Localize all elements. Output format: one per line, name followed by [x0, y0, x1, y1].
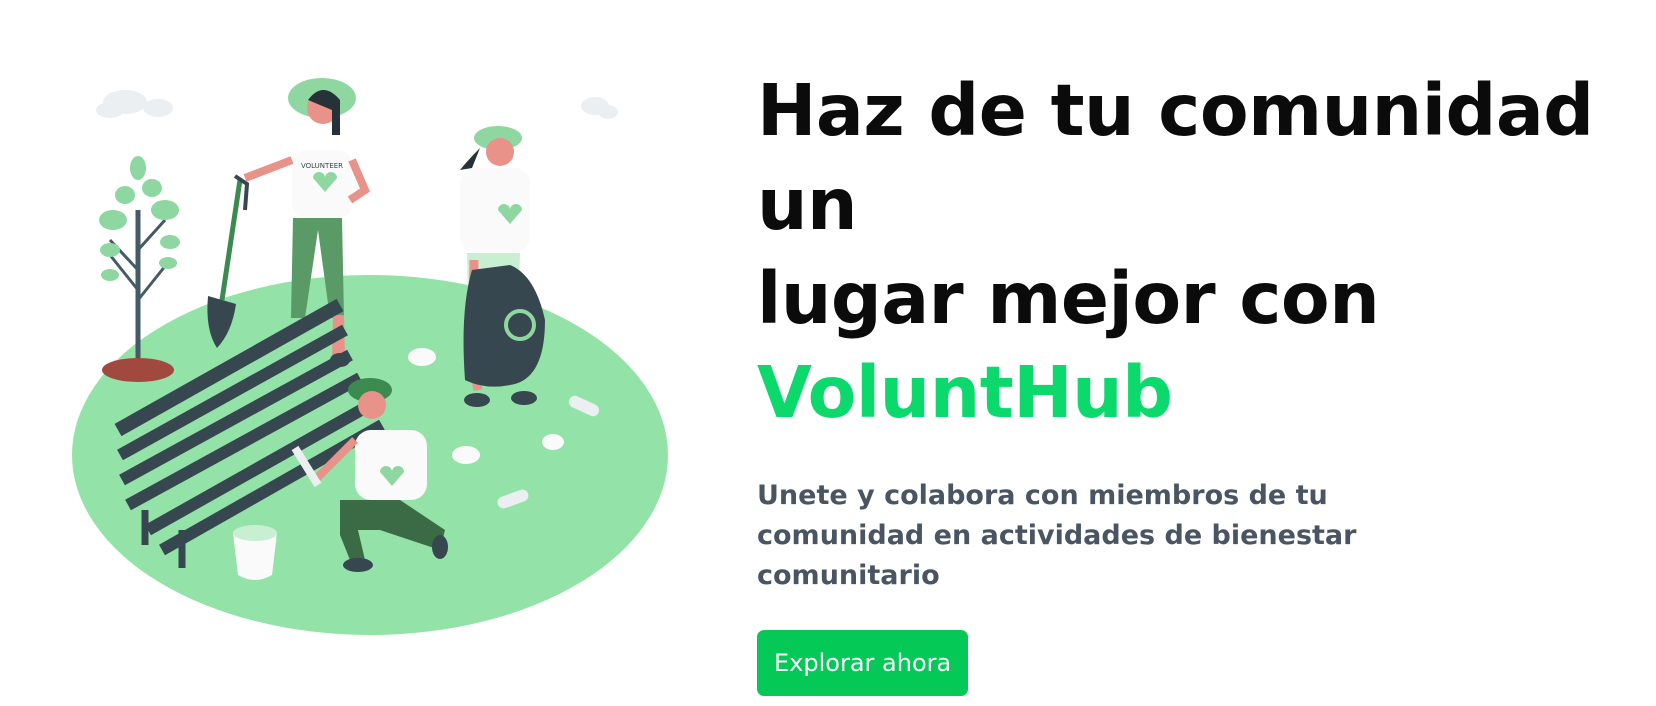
brand-name: VoluntHub	[757, 351, 1173, 434]
hero-subtitle: Unete y colabora con miembros de tu comu…	[757, 480, 1357, 591]
hero-content: Haz de tu comunidad un lugar mejor con V…	[757, 64, 1637, 696]
hero-title-line1: Haz de tu comunidad un	[757, 69, 1594, 246]
hero-title-line2: lugar mejor con	[757, 257, 1380, 340]
cloud-icon	[96, 90, 618, 119]
bucket-icon	[233, 525, 277, 580]
hero-illustration: VOLUNTEER	[40, 60, 680, 680]
shirt-text: VOLUNTEER	[301, 162, 343, 170]
volunteers-illustration: VOLUNTEER	[72, 78, 668, 635]
volunteer-with-bag	[460, 126, 545, 407]
explore-now-button[interactable]: Explorar ahora	[757, 630, 969, 696]
hero-title: Haz de tu comunidad un lugar mejor con V…	[757, 64, 1637, 440]
